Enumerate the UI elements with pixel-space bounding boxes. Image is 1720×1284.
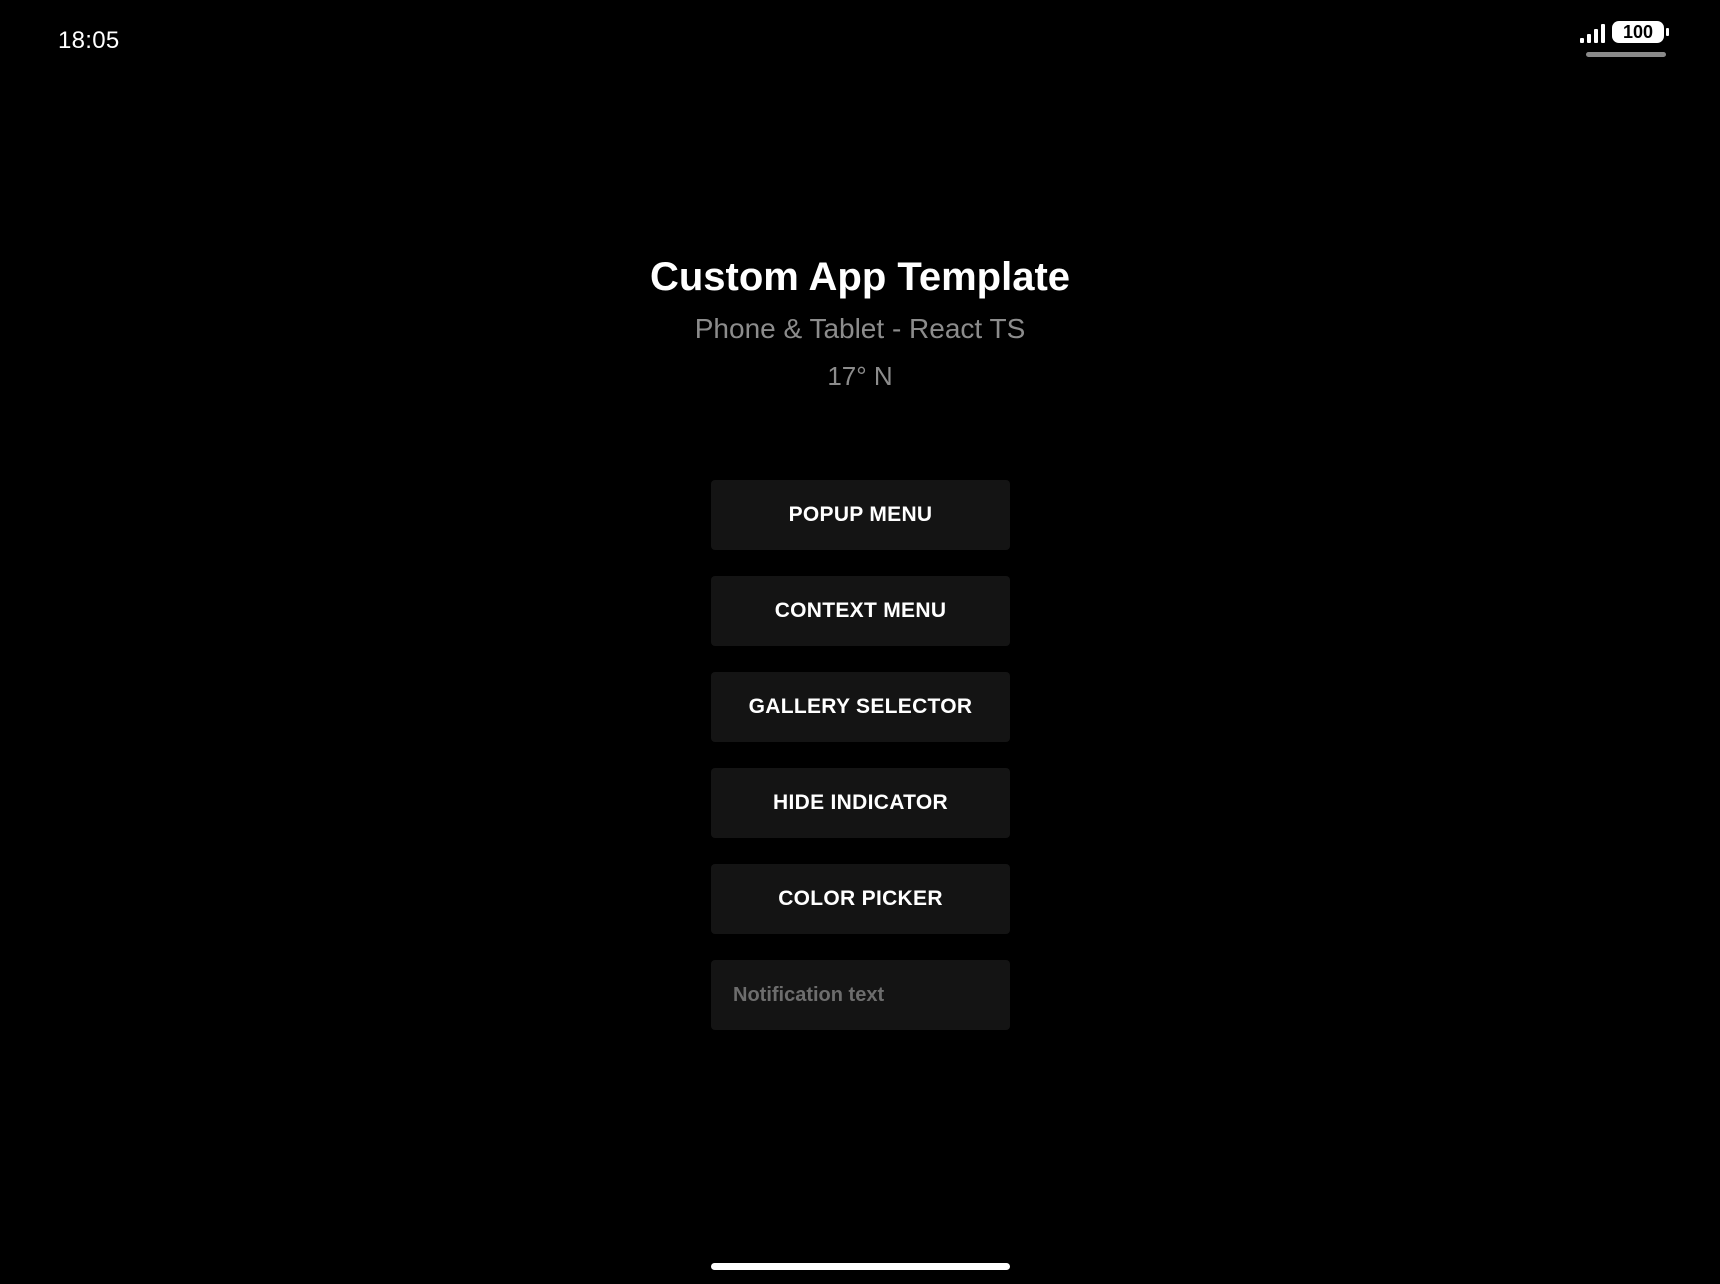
context-menu-button[interactable]: CONTEXT MENU — [711, 576, 1010, 646]
app-screen: 18:05 100 Custom App Template Phone & Ta… — [0, 0, 1720, 1284]
hide-indicator-button[interactable]: HIDE INDICATOR — [711, 768, 1010, 838]
battery-tip — [1666, 28, 1669, 36]
gallery-selector-button[interactable]: GALLERY SELECTOR — [711, 672, 1010, 742]
status-underline — [1586, 52, 1666, 57]
home-indicator[interactable] — [711, 1263, 1010, 1270]
popup-menu-button[interactable]: POPUP MENU — [711, 480, 1010, 550]
battery-level: 100 — [1622, 22, 1654, 42]
page-subtitle: Phone & Tablet - React TS — [694, 313, 1026, 344]
status-time: 18:05 — [58, 27, 120, 54]
cellular-signal-icon — [1580, 24, 1605, 43]
status-indicators: 100 — [1580, 19, 1670, 63]
battery-icon: 100 — [1612, 19, 1670, 45]
notification-text-input[interactable] — [711, 960, 1010, 1030]
menu-list: POPUP MENU CONTEXT MENU GALLERY SELECTOR… — [711, 480, 1010, 1030]
page-header: Custom App Template Phone & Tablet - Rea… — [0, 250, 1720, 398]
location-readout: 17° N — [827, 361, 893, 391]
color-picker-button[interactable]: COLOR PICKER — [711, 864, 1010, 934]
page-title: Custom App Template — [649, 255, 1071, 299]
